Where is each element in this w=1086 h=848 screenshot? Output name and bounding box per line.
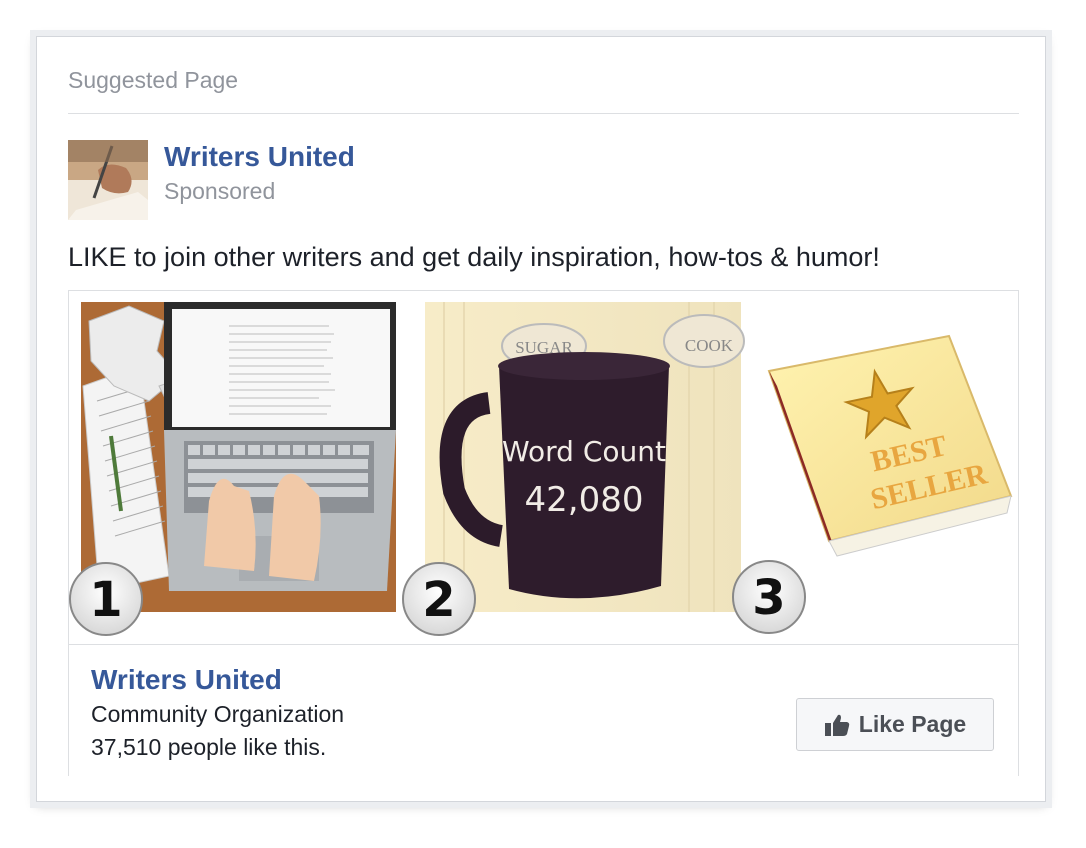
page-avatar[interactable]	[68, 140, 148, 220]
mug-text-number: 42,080	[525, 480, 644, 520]
number-badge-1: 1	[69, 562, 143, 636]
thumbs-up-icon	[824, 714, 850, 736]
post-text: LIKE to join other writers and get daily…	[68, 242, 880, 272]
ad-image[interactable]: SUGAR COOK Word Count 42,080 BEST SELLER…	[69, 291, 1018, 644]
book-image: BEST SELLER	[767, 334, 1013, 557]
ad-media-box: SUGAR COOK Word Count 42,080 BEST SELLER…	[68, 290, 1019, 776]
like-page-label: Like Page	[858, 711, 967, 737]
page-likes-count: 37,510 people like this.	[91, 734, 327, 760]
media-footer: Writers United Community Organization 37…	[69, 644, 1018, 776]
mug-text-word-count: Word Count	[502, 435, 666, 468]
page-category: Community Organization	[91, 701, 345, 727]
like-page-button[interactable]: Like Page	[796, 698, 994, 751]
svg-text:1: 1	[89, 572, 122, 628]
page-name-link[interactable]: Writers United	[164, 141, 355, 173]
sponsored-label: Sponsored	[164, 178, 276, 204]
svg-text:3: 3	[752, 570, 785, 626]
number-badge-3: 3	[732, 560, 806, 634]
card-header: Suggested Page	[68, 67, 239, 93]
suggested-page-card: Suggested Page Writers United Sponsored …	[36, 36, 1046, 802]
number-badge-2: 2	[402, 562, 476, 636]
canister-right-label: COOK	[685, 336, 734, 355]
divider	[68, 113, 1019, 114]
svg-text:2: 2	[422, 572, 455, 628]
laptop-typing-image	[81, 302, 396, 612]
footer-page-name-link[interactable]: Writers United	[91, 664, 282, 696]
mug-image: SUGAR COOK Word Count 42,080	[425, 302, 745, 612]
